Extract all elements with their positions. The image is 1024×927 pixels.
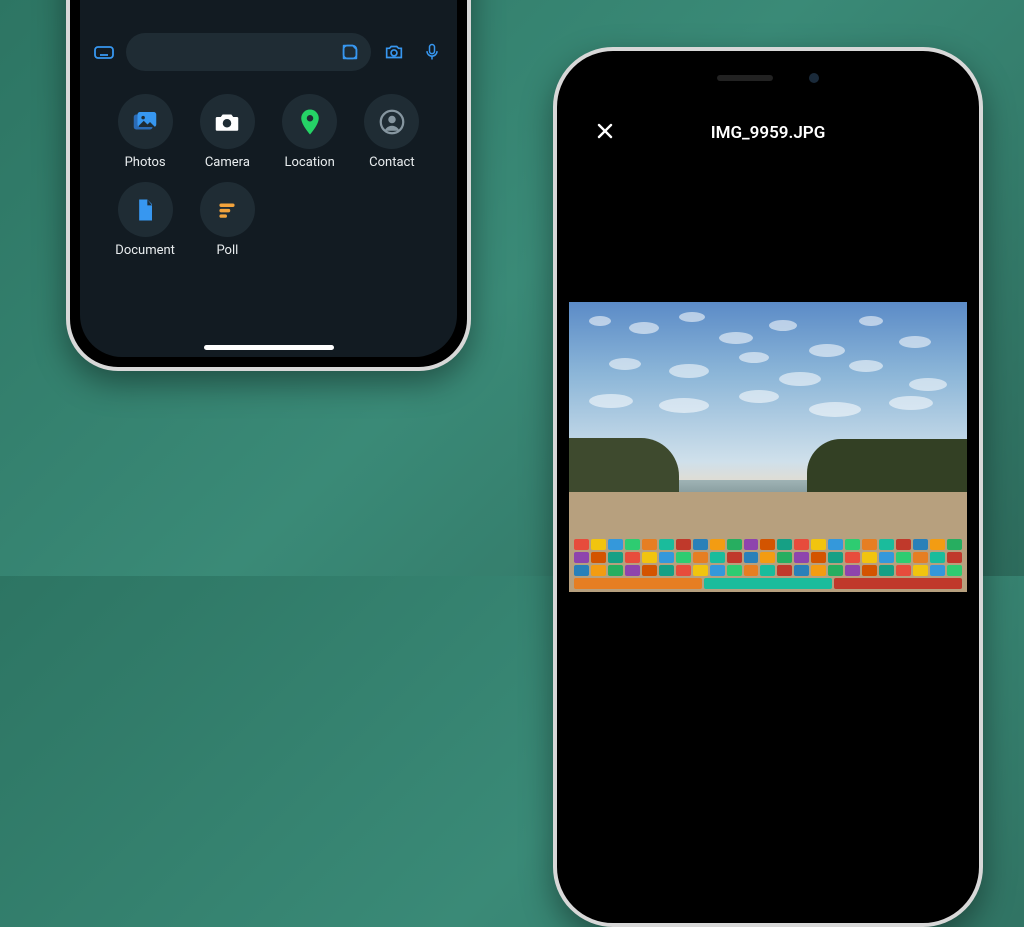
attach-label: Contact (369, 155, 414, 170)
volume-up-button (553, 181, 555, 211)
camera-icon (200, 94, 255, 149)
right-phone-mockup: IMG_9959.JPG (553, 47, 983, 927)
attach-document[interactable]: Document (106, 182, 184, 258)
chat-input-bar (90, 30, 447, 74)
attach-label: Photos (125, 155, 166, 170)
attach-label: Poll (216, 243, 238, 258)
preview-file-title: IMG_9959.JPG (711, 123, 826, 143)
attach-location[interactable]: Location (271, 94, 349, 170)
photos-icon (118, 94, 173, 149)
chat-camera-icon[interactable] (379, 37, 409, 67)
attach-label: Document (115, 243, 175, 258)
front-camera (809, 73, 819, 83)
sticker-icon[interactable] (339, 41, 361, 63)
earpiece-speaker (717, 75, 773, 81)
attach-label: Camera (205, 155, 250, 170)
attach-contact[interactable]: Contact (353, 94, 431, 170)
attachment-grid: Photos Camera Location (106, 94, 431, 258)
message-input[interactable] (126, 33, 371, 71)
preview-header: IMG_9959.JPG (569, 113, 967, 153)
preview-image[interactable] (569, 302, 967, 592)
poll-icon (200, 182, 255, 237)
attach-photos[interactable]: Photos (106, 94, 184, 170)
attach-label: Location (284, 155, 334, 170)
device-notch (673, 63, 863, 93)
left-phone-mockup: Photos Camera Location (66, 0, 471, 371)
power-button (981, 241, 983, 329)
kayaks (569, 514, 967, 592)
close-icon[interactable] (589, 115, 621, 147)
attach-poll[interactable]: Poll (188, 182, 266, 258)
keyboard-icon[interactable] (90, 38, 118, 66)
attach-camera[interactable]: Camera (188, 94, 266, 170)
contact-icon (364, 94, 419, 149)
image-preview-screen: IMG_9959.JPG (569, 63, 967, 911)
document-icon (118, 182, 173, 237)
whatsapp-attach-screen: Photos Camera Location (80, 0, 457, 357)
location-icon (282, 94, 337, 149)
microphone-icon[interactable] (417, 37, 447, 67)
silent-switch (553, 295, 555, 349)
home-indicator[interactable] (204, 345, 334, 350)
volume-down-button (553, 229, 555, 283)
